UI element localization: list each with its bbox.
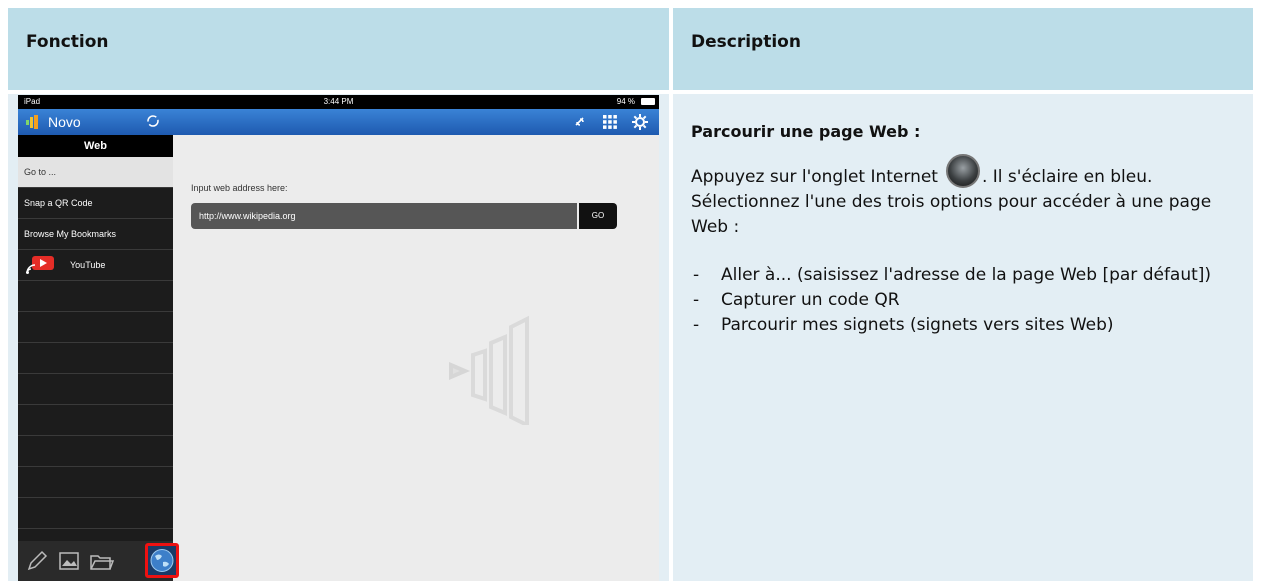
header-description: Description bbox=[691, 32, 801, 52]
toolbar bbox=[173, 109, 659, 135]
sidebar-empty-row bbox=[18, 498, 173, 529]
sidebar-empty-row bbox=[18, 343, 173, 374]
bullet-text: Aller à... (saisissez l'adresse de la pa… bbox=[721, 265, 1212, 285]
sidebar-empty-row bbox=[18, 281, 173, 312]
app-header: Novo bbox=[18, 109, 173, 135]
internet-tab-icon bbox=[945, 154, 980, 188]
description-paragraph: Appuyez sur l'onglet Internet. Il s'écla… bbox=[691, 154, 1239, 240]
function-cell: iPad 3:44 PM 94 % Novo Web Go to ... Sna… bbox=[8, 94, 669, 581]
list-item: - Parcourir mes signets (signets vers sit… bbox=[691, 313, 1239, 338]
web-content: Input web address here: GO bbox=[173, 135, 659, 581]
novo-watermark-icon bbox=[449, 315, 529, 425]
bullet-dash: - bbox=[693, 265, 700, 285]
list-item: - Capturer un code QR bbox=[691, 288, 1239, 313]
sidebar-item-youtube[interactable]: YouTube bbox=[18, 250, 173, 281]
bullet-text: Capturer un code QR bbox=[721, 290, 900, 310]
bullet-dash: - bbox=[693, 315, 700, 335]
internet-tab-button[interactable] bbox=[145, 543, 179, 578]
header-function: Fonction bbox=[26, 32, 109, 52]
pen-icon[interactable] bbox=[24, 548, 50, 574]
youtube-icon bbox=[26, 256, 54, 274]
sidebar-empty-row bbox=[18, 467, 173, 498]
options-list: - Aller à... (saisissez l'adresse de la p… bbox=[691, 263, 1239, 338]
bullet-dash: - bbox=[693, 290, 700, 310]
header-cell-function: Fonction bbox=[8, 8, 669, 90]
grid-icon[interactable] bbox=[601, 113, 619, 131]
para-before-icon: Appuyez sur l'onglet Internet bbox=[691, 167, 938, 187]
bullet-text: Parcourir mes signets (signets vers site… bbox=[721, 315, 1114, 335]
sidebar-item-bookmarks[interactable]: Browse My Bookmarks bbox=[18, 219, 173, 250]
novo-logo-icon bbox=[26, 115, 38, 129]
description-title: Parcourir une page Web : bbox=[691, 122, 921, 141]
url-input-label: Input web address here: bbox=[191, 183, 288, 193]
sidebar-item-snap-qr[interactable]: Snap a QR Code bbox=[18, 188, 173, 219]
image-icon[interactable] bbox=[56, 548, 82, 574]
battery-percent: 94 % bbox=[616, 97, 635, 106]
link-icon[interactable] bbox=[571, 113, 589, 131]
bottom-tab-bar bbox=[18, 541, 179, 581]
url-input[interactable] bbox=[191, 203, 577, 229]
globe-icon bbox=[150, 549, 174, 572]
battery-icon bbox=[641, 98, 655, 105]
sidebar-empty-row bbox=[18, 312, 173, 343]
function-table: Fonction Description iPad 3:44 PM 94 % N… bbox=[8, 8, 1253, 581]
status-bar: iPad 3:44 PM 94 % bbox=[18, 95, 659, 109]
sidebar-item-go-to[interactable]: Go to ... bbox=[18, 157, 173, 188]
ipad-screenshot: iPad 3:44 PM 94 % Novo Web Go to ... Sna… bbox=[18, 95, 659, 581]
description-cell: Parcourir une page Web : Appuyez sur l'o… bbox=[673, 94, 1253, 581]
sidebar-empty-row bbox=[18, 436, 173, 467]
app-name: Novo bbox=[48, 114, 81, 130]
settings-gear-icon[interactable] bbox=[631, 113, 649, 131]
go-button[interactable]: GO bbox=[579, 203, 617, 229]
sidebar-title: Web bbox=[18, 135, 173, 157]
sidebar-empty-row bbox=[18, 374, 173, 405]
status-time: 3:44 PM bbox=[323, 97, 354, 106]
folder-icon[interactable] bbox=[88, 548, 114, 574]
sidebar-empty-row bbox=[18, 405, 173, 436]
web-sidebar: Web Go to ... Snap a QR Code Browse My B… bbox=[18, 135, 173, 541]
header-cell-description: Description bbox=[673, 8, 1253, 90]
refresh-icon[interactable] bbox=[146, 114, 160, 128]
youtube-label: YouTube bbox=[70, 260, 106, 270]
list-item: - Aller à... (saisissez l'adresse de la p… bbox=[691, 263, 1239, 288]
